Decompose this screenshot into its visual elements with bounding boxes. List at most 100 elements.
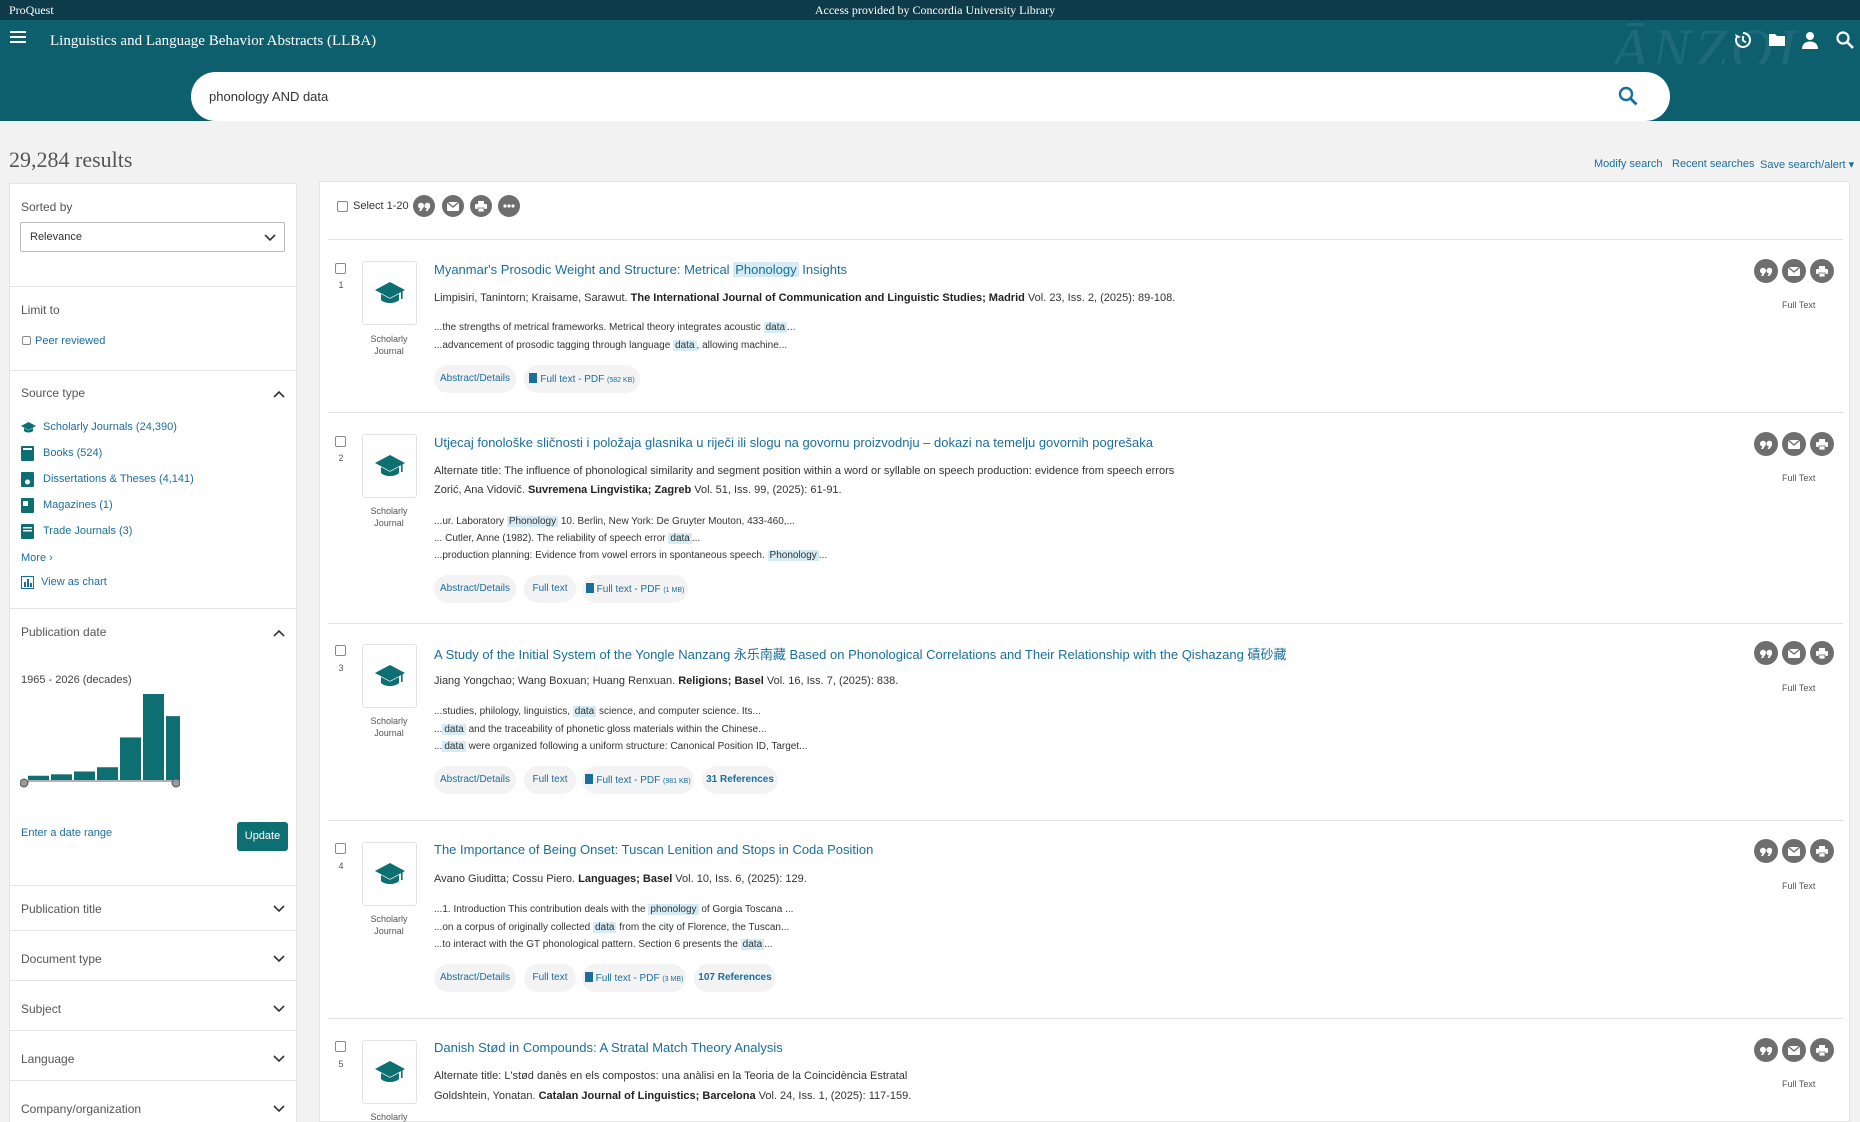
source-type-magazines[interactable]: Magazines (1) — [43, 499, 113, 511]
print-icon[interactable] — [1810, 259, 1834, 283]
source-type-scholarly-journals[interactable]: Scholarly Journals (24,390) — [43, 421, 177, 433]
publication-date-histogram[interactable] — [20, 694, 180, 790]
cite-icon[interactable] — [413, 195, 435, 217]
chevron-down-icon[interactable] — [273, 1004, 285, 1016]
sort-select[interactable]: Relevance — [20, 222, 285, 252]
histogram-bar[interactable] — [51, 774, 72, 780]
record-checkbox[interactable] — [335, 263, 346, 274]
full-text-button[interactable]: Full text — [524, 575, 576, 603]
scholarly-journal-icon[interactable] — [362, 1040, 417, 1104]
facet-subject[interactable]: Subject — [21, 1002, 61, 1016]
recent-searches-link[interactable]: Recent searches — [1672, 158, 1755, 170]
source-type-dissertations[interactable]: Dissertations & Theses (4,141) — [43, 473, 194, 485]
facet-company-organization[interactable]: Company/organization — [21, 1102, 141, 1116]
user-icon[interactable] — [1802, 31, 1818, 52]
search-submit-icon[interactable] — [1618, 86, 1638, 109]
record-title-link[interactable]: Utjecaj fonološke sličnosti i položaja g… — [434, 435, 1153, 450]
histogram-bar[interactable] — [28, 775, 49, 780]
record-checkbox[interactable] — [335, 1041, 346, 1052]
print-icon[interactable] — [470, 195, 492, 217]
chevron-up-icon[interactable] — [273, 389, 285, 401]
chevron-down-icon[interactable] — [273, 904, 285, 916]
scholarly-journal-icon[interactable] — [362, 434, 417, 498]
print-icon[interactable] — [1810, 1038, 1834, 1062]
abstract-details-button[interactable]: Abstract/Details — [434, 365, 516, 393]
chevron-down-icon[interactable] — [273, 1104, 285, 1116]
facet-document-type[interactable]: Document type — [21, 952, 102, 966]
email-icon[interactable] — [1782, 641, 1806, 665]
abstract-details-button[interactable]: Abstract/Details — [434, 766, 516, 794]
full-text-pdf-button[interactable]: Full text - PDF (1 MB) — [582, 575, 688, 603]
more-source-types-link[interactable]: More › — [21, 552, 53, 564]
abstract-details-button[interactable]: Abstract/Details — [434, 964, 516, 992]
facet-publication-title[interactable]: Publication title — [21, 902, 102, 916]
cite-icon[interactable] — [1754, 259, 1778, 283]
folder-icon[interactable] — [1768, 31, 1786, 50]
menu-icon[interactable] — [10, 30, 26, 47]
search-icon[interactable] — [1836, 31, 1854, 52]
cite-icon[interactable] — [1754, 432, 1778, 456]
record-title-link[interactable]: The Importance of Being Onset: Tuscan Le… — [434, 842, 873, 857]
email-icon[interactable] — [1782, 839, 1806, 863]
divider — [10, 286, 298, 287]
full-text-pdf-button[interactable]: Full text - PDF (582 KB) — [524, 365, 640, 393]
record-checkbox[interactable] — [335, 436, 346, 447]
pdf-icon — [529, 373, 538, 383]
print-icon[interactable] — [1810, 641, 1834, 665]
source-type-trade-journals[interactable]: Trade Journals (3) — [43, 525, 132, 537]
peer-reviewed-checkbox[interactable] — [22, 336, 31, 345]
database-title[interactable]: Linguistics and Language Behavior Abstra… — [50, 33, 376, 50]
save-search-link[interactable]: Save search/alert ▾ — [1760, 158, 1854, 171]
record-title-link[interactable]: Myanmar's Prosodic Weight and Structure:… — [434, 262, 847, 277]
scholarly-journal-icon[interactable] — [362, 261, 417, 325]
histogram-bar[interactable] — [74, 771, 95, 780]
scholarly-journal-icon[interactable] — [362, 644, 417, 708]
source-type-books[interactable]: Books (524) — [43, 447, 102, 459]
enter-date-range-link[interactable]: Enter a date range — [21, 827, 112, 839]
email-icon[interactable] — [1782, 1038, 1806, 1062]
results-count: 29,284 results — [9, 147, 133, 172]
histogram-bar[interactable] — [166, 716, 180, 780]
print-icon[interactable] — [1810, 839, 1834, 863]
update-button[interactable]: Update — [237, 822, 288, 851]
full-text-button[interactable]: Full text — [524, 964, 576, 992]
record-title-link[interactable]: A Study of the Initial System of the Yon… — [434, 644, 1286, 663]
record-title-link[interactable]: Danish Stød in Compounds: A Stratal Matc… — [434, 1040, 783, 1055]
print-icon[interactable] — [1810, 432, 1834, 456]
references-button[interactable]: 31 References — [702, 766, 778, 794]
email-icon[interactable] — [442, 195, 464, 217]
search-input[interactable] — [209, 86, 1559, 106]
email-icon[interactable] — [1782, 259, 1806, 283]
histogram-bar[interactable] — [143, 694, 164, 780]
range-end-handle[interactable] — [171, 778, 180, 788]
references-button[interactable]: 107 References — [694, 964, 776, 992]
record-divider — [328, 623, 1843, 624]
pdf-icon — [585, 583, 594, 593]
history-icon[interactable] — [1734, 31, 1752, 52]
histogram-bar[interactable] — [120, 737, 141, 780]
proquest-topbar: ProQuest Access provided by Concordia Un… — [0, 0, 1860, 20]
email-icon[interactable] — [1782, 432, 1806, 456]
scholarly-journal-icon[interactable] — [362, 842, 417, 906]
record-checkbox[interactable] — [335, 843, 346, 854]
record-checkbox[interactable] — [335, 645, 346, 656]
cite-icon[interactable] — [1754, 641, 1778, 665]
facet-language[interactable]: Language — [21, 1052, 74, 1066]
full-text-button[interactable]: Full text — [524, 766, 576, 794]
abstract-details-button[interactable]: Abstract/Details — [434, 575, 516, 603]
histogram-bar[interactable] — [97, 767, 118, 780]
cite-icon[interactable] — [1754, 839, 1778, 863]
view-as-chart-link[interactable]: View as chart — [41, 576, 107, 588]
chevron-up-icon[interactable] — [273, 628, 285, 640]
chevron-down-icon[interactable] — [273, 1054, 285, 1066]
chevron-down-icon[interactable] — [273, 954, 285, 966]
modify-search-link[interactable]: Modify search — [1594, 158, 1662, 170]
peer-reviewed-link[interactable]: Peer reviewed — [35, 335, 105, 347]
range-start-handle[interactable] — [20, 778, 29, 788]
search-box — [191, 72, 1670, 121]
select-all-checkbox[interactable] — [337, 201, 348, 212]
cite-icon[interactable] — [1754, 1038, 1778, 1062]
full-text-pdf-button[interactable]: Full text - PDF (3 MB) — [582, 964, 686, 992]
full-text-pdf-button[interactable]: Full text - PDF (981 KB) — [582, 766, 694, 794]
more-actions-icon[interactable] — [498, 195, 520, 217]
